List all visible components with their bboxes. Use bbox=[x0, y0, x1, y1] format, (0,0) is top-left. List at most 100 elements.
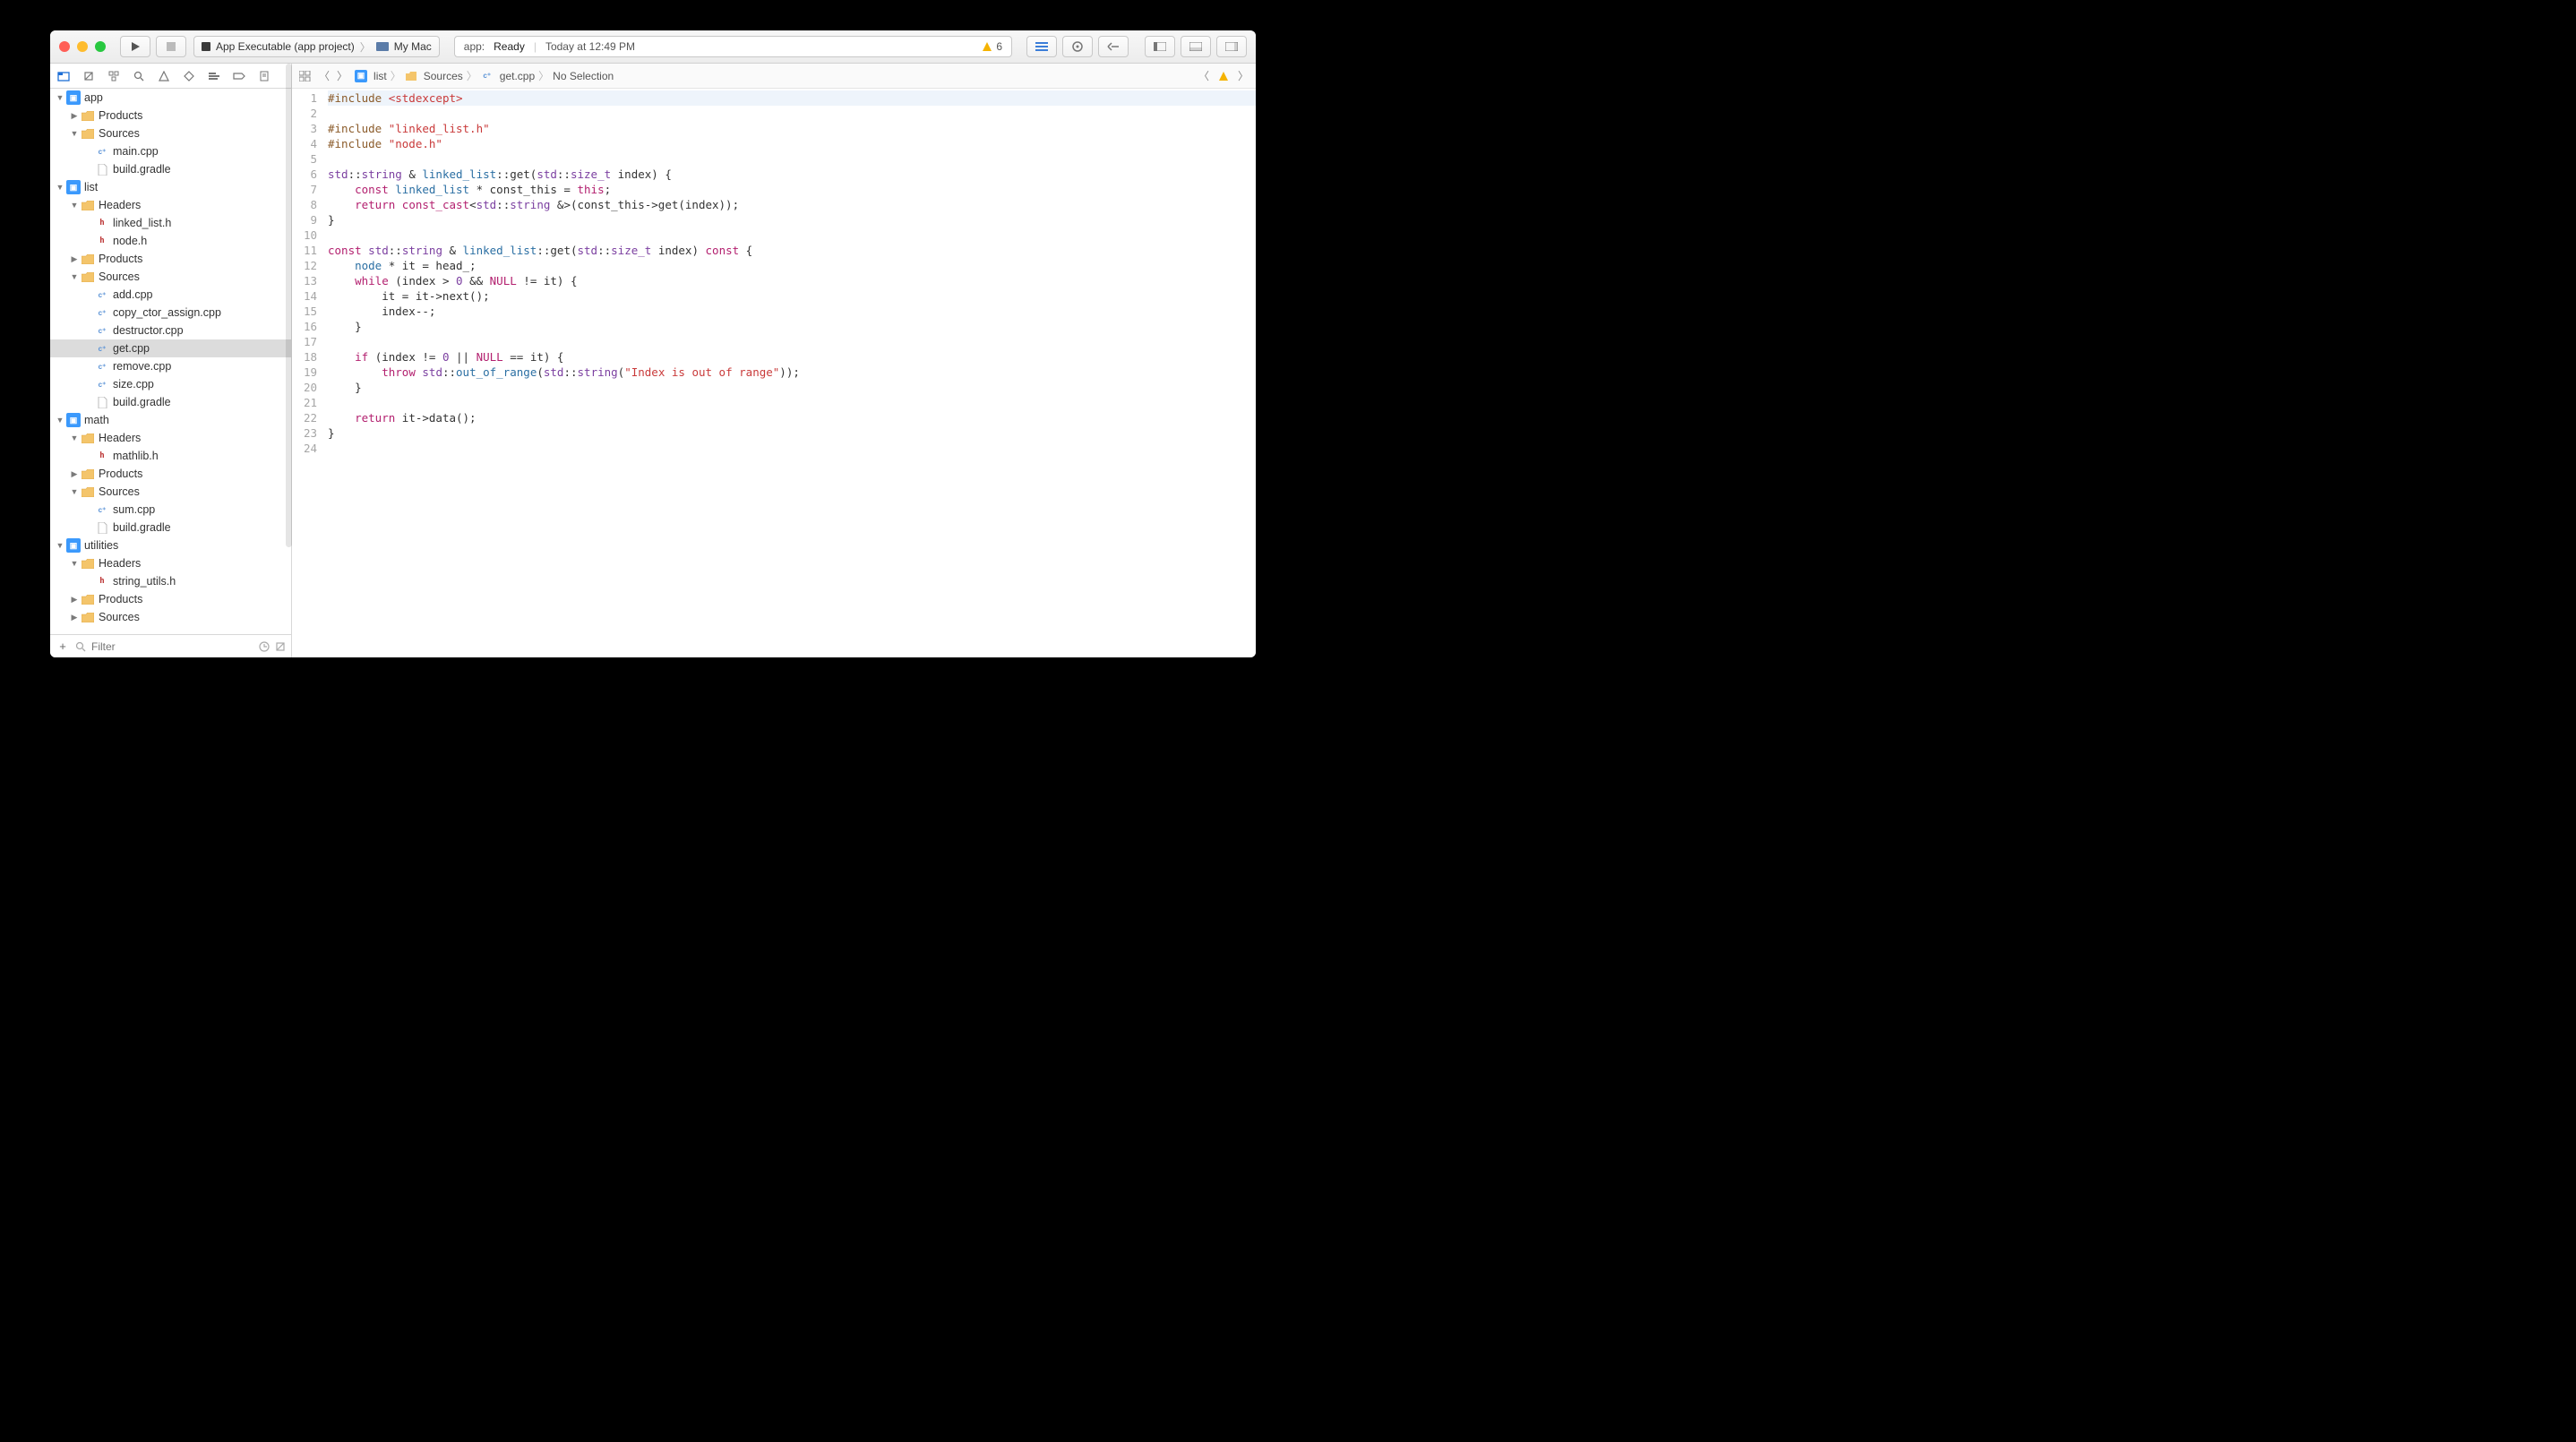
tree-row[interactable]: hmathlib.h bbox=[50, 447, 291, 465]
tree-row[interactable]: hlinked_list.h bbox=[50, 214, 291, 232]
tree-row[interactable]: ▶Products bbox=[50, 107, 291, 124]
tree-row[interactable]: c⁺ get.cpp bbox=[50, 339, 291, 357]
header-file-icon: h bbox=[95, 216, 109, 230]
breakpoint-navigator-tab[interactable] bbox=[231, 68, 247, 84]
cpp-file-icon: c⁺ bbox=[95, 341, 109, 356]
disclosure-triangle[interactable]: ▼ bbox=[56, 416, 64, 425]
tree-row[interactable]: ▼▣utilities bbox=[50, 536, 291, 554]
issue-navigator-tab[interactable] bbox=[156, 68, 172, 84]
tree-row[interactable]: ▼Headers bbox=[50, 429, 291, 447]
tree-row[interactable]: build.gradle bbox=[50, 160, 291, 178]
tree-row[interactable]: ▼ Sources bbox=[50, 268, 291, 286]
tree-label: Products bbox=[99, 593, 142, 605]
breadcrumb[interactable]: ▣list〉Sources〉c⁺get.cpp〉No Selection bbox=[355, 68, 614, 83]
back-button[interactable]: 〈 bbox=[319, 68, 330, 83]
tree-row[interactable]: c⁺add.cpp bbox=[50, 286, 291, 304]
find-navigator-tab[interactable] bbox=[131, 68, 147, 84]
disclosure-triangle[interactable]: ▶ bbox=[70, 111, 79, 121]
tree-row[interactable]: c⁺main.cpp bbox=[50, 142, 291, 160]
toggle-navigator-button[interactable] bbox=[1145, 36, 1175, 57]
source-control-navigator-tab[interactable] bbox=[81, 68, 97, 84]
folder-icon bbox=[81, 485, 95, 499]
disclosure-triangle[interactable]: ▼ bbox=[70, 201, 79, 210]
symbol-navigator-tab[interactable] bbox=[106, 68, 122, 84]
editor-version-button[interactable] bbox=[1098, 36, 1129, 57]
disclosure-triangle[interactable]: ▼ bbox=[56, 541, 64, 550]
activity-view: app: Ready | Today at 12:49 PM 6 bbox=[454, 36, 1012, 57]
tree-row[interactable]: ▶Sources bbox=[50, 608, 291, 626]
forward-button[interactable]: 〉 bbox=[337, 68, 348, 83]
run-button[interactable] bbox=[120, 36, 150, 57]
debug-navigator-tab[interactable] bbox=[206, 68, 222, 84]
editor-standard-button[interactable] bbox=[1026, 36, 1057, 57]
scm-filter-icon[interactable] bbox=[275, 641, 286, 652]
test-navigator-tab[interactable] bbox=[181, 68, 197, 84]
tree-row[interactable]: build.gradle bbox=[50, 393, 291, 411]
tree-row[interactable]: ▼Sources bbox=[50, 124, 291, 142]
tree-row[interactable]: ▼▣math bbox=[50, 411, 291, 429]
cpp-file-icon: c⁺ bbox=[95, 305, 109, 320]
recent-icon[interactable] bbox=[259, 641, 270, 652]
breadcrumb-item[interactable]: Sources bbox=[405, 70, 463, 82]
editor-assistant-button[interactable] bbox=[1062, 36, 1093, 57]
navigator-scrollbar[interactable] bbox=[286, 64, 292, 547]
code-editor[interactable]: 123456789101112131415161718192021222324 … bbox=[292, 89, 1256, 657]
toggle-inspector-button[interactable] bbox=[1216, 36, 1247, 57]
disclosure-triangle[interactable]: ▼ bbox=[70, 433, 79, 442]
tree-row[interactable]: c⁺size.cpp bbox=[50, 375, 291, 393]
breadcrumb-item[interactable]: c⁺get.cpp bbox=[481, 70, 535, 82]
tree-row[interactable]: c⁺destructor.cpp bbox=[50, 322, 291, 339]
tree-row[interactable]: ▶Products bbox=[50, 250, 291, 268]
cpp-file-icon: c⁺ bbox=[95, 502, 109, 517]
disclosure-triangle[interactable]: ▼ bbox=[56, 183, 64, 192]
tree-label: get.cpp bbox=[113, 342, 150, 355]
tree-row[interactable]: ▼ Headers bbox=[50, 196, 291, 214]
related-items-button[interactable] bbox=[299, 71, 312, 82]
tree-row[interactable]: build.gradle bbox=[50, 519, 291, 536]
scheme-selector[interactable]: App Executable (app project) 〉 My Mac bbox=[193, 36, 440, 57]
tree-row[interactable]: h node.h bbox=[50, 232, 291, 250]
tree-label: node.h bbox=[113, 235, 147, 247]
close-window-button[interactable] bbox=[59, 41, 70, 52]
disclosure-triangle[interactable]: ▼ bbox=[70, 129, 79, 138]
tree-row[interactable]: ▼▣app bbox=[50, 89, 291, 107]
toggle-debug-button[interactable] bbox=[1181, 36, 1211, 57]
tree-row[interactable]: ▼Sources bbox=[50, 483, 291, 501]
zoom-window-button[interactable] bbox=[95, 41, 106, 52]
add-button[interactable]: + bbox=[56, 639, 70, 653]
stop-button[interactable] bbox=[156, 36, 186, 57]
disclosure-triangle[interactable]: ▶ bbox=[70, 254, 79, 264]
tree-row[interactable]: c⁺sum.cpp bbox=[50, 501, 291, 519]
tree-row[interactable]: ▼▣list bbox=[50, 178, 291, 196]
disclosure-triangle[interactable]: ▶ bbox=[70, 595, 79, 605]
disclosure-triangle[interactable]: ▼ bbox=[70, 487, 79, 496]
breadcrumb-item[interactable]: No Selection bbox=[553, 70, 614, 82]
prev-issue-button[interactable]: 〈 bbox=[1198, 68, 1209, 83]
folder-icon bbox=[81, 198, 95, 212]
cpp-file-icon: c⁺ bbox=[95, 144, 109, 159]
project-navigator-tab[interactable] bbox=[56, 68, 72, 84]
tree-row[interactable]: hstring_utils.h bbox=[50, 572, 291, 590]
tree-row[interactable]: c⁺remove.cpp bbox=[50, 357, 291, 375]
target-icon bbox=[202, 42, 210, 51]
disclosure-triangle[interactable]: ▼ bbox=[56, 93, 64, 102]
tree-row[interactable]: c⁺copy_ctor_assign.cpp bbox=[50, 304, 291, 322]
tree-row[interactable]: ▶Products bbox=[50, 465, 291, 483]
report-navigator-tab[interactable] bbox=[256, 68, 272, 84]
warning-badge[interactable]: 6 bbox=[982, 40, 1002, 53]
filter-input[interactable] bbox=[91, 640, 253, 653]
tree-label: Sources bbox=[99, 270, 140, 283]
file-tree[interactable]: ▼▣app▶Products▼Sourcesc⁺main.cppbuild.gr… bbox=[50, 89, 291, 634]
tree-label: Headers bbox=[99, 199, 141, 211]
breadcrumb-item[interactable]: ▣list bbox=[355, 70, 387, 82]
disclosure-triangle[interactable]: ▼ bbox=[70, 559, 79, 568]
disclosure-triangle[interactable]: ▼ bbox=[70, 272, 79, 281]
tree-row[interactable]: ▶ Products bbox=[50, 590, 291, 608]
disclosure-triangle[interactable]: ▶ bbox=[70, 613, 79, 622]
tree-row[interactable]: ▼Headers bbox=[50, 554, 291, 572]
source-text[interactable]: #include <stdexcept> #include "linked_li… bbox=[322, 89, 1256, 657]
disclosure-triangle[interactable]: ▶ bbox=[70, 469, 79, 479]
minimize-window-button[interactable] bbox=[77, 41, 88, 52]
header-file-icon: h bbox=[95, 234, 109, 248]
next-issue-button[interactable]: 〉 bbox=[1238, 68, 1249, 83]
